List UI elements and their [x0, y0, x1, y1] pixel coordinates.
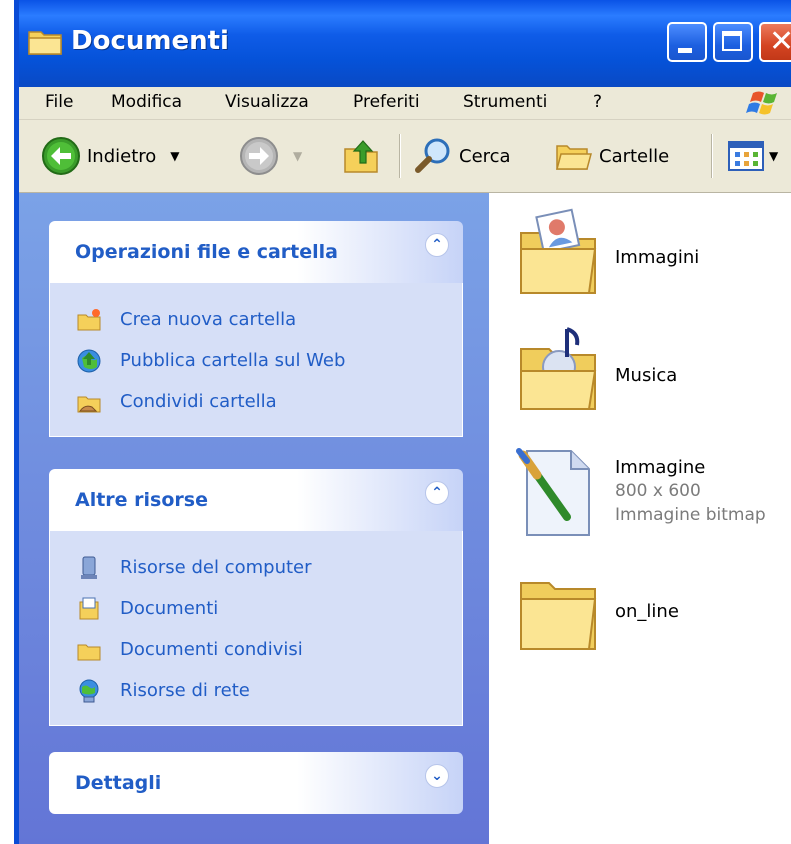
minimize-icon — [678, 48, 692, 53]
search-button[interactable]: Cerca — [413, 134, 511, 178]
task-pane: Operazioni file e cartella ⌃ Crea nuova … — [19, 193, 489, 844]
back-label: Indietro — [87, 145, 157, 167]
file-name: Musica — [615, 365, 678, 386]
new-folder-icon — [77, 308, 101, 330]
place-network[interactable]: Risorse di rete — [50, 670, 462, 711]
file-name: Immagine — [615, 457, 706, 478]
up-folder-icon — [344, 140, 378, 173]
documents-icon — [79, 597, 99, 619]
explorer-window: Documenti ✕ File Modifica Visualizza Pre… — [14, 0, 791, 844]
other-places-body: Risorse del computer Documenti Documenti… — [49, 531, 463, 726]
close-button[interactable]: ✕ — [759, 22, 791, 62]
task-label: Pubblica cartella sul Web — [120, 350, 346, 371]
file-tasks-header[interactable]: Operazioni file e cartella ⌃ — [49, 221, 463, 283]
place-label: Documenti condivisi — [120, 639, 303, 660]
dropdown-arrow-icon[interactable]: ▼ — [170, 149, 179, 163]
menu-modifica[interactable]: Modifica — [111, 89, 182, 115]
place-label: Risorse del computer — [120, 557, 312, 578]
dropdown-arrow-icon[interactable]: ▼ — [293, 149, 302, 163]
network-places-icon — [79, 679, 99, 702]
folder-icon — [28, 31, 62, 55]
place-my-computer[interactable]: Risorse del computer — [50, 547, 462, 588]
details-panel: Dettagli ⌄ — [49, 752, 463, 814]
views-grid-icon — [728, 141, 764, 171]
place-label: Risorse di rete — [120, 680, 250, 701]
expand-chevron-icon[interactable]: ⌄ — [425, 764, 449, 788]
file-name: on_line — [615, 601, 679, 622]
other-places-header[interactable]: Altre risorse ⌃ — [49, 469, 463, 531]
task-publish-web[interactable]: Pubblica cartella sul Web — [50, 340, 462, 381]
menu-bar: File Modifica Visualizza Preferiti Strum… — [19, 87, 791, 120]
publish-web-icon — [77, 349, 101, 372]
menu-strumenti[interactable]: Strumenti — [463, 89, 547, 115]
search-icon — [415, 138, 450, 173]
minimize-button[interactable] — [667, 22, 707, 62]
maximize-icon — [722, 31, 742, 51]
folders-button[interactable]: Cartelle — [553, 134, 669, 178]
place-shared-documents[interactable]: Documenti condivisi — [50, 629, 462, 670]
place-documents[interactable]: Documenti — [50, 588, 462, 629]
other-places-panel: Altre risorse ⌃ Risorse del computer Doc… — [49, 469, 463, 726]
window-title: Documenti — [71, 26, 229, 56]
toolbar-separator — [399, 134, 401, 178]
task-label: Condividi cartella — [120, 391, 277, 412]
back-arrow-icon — [42, 137, 80, 175]
collapse-chevron-icon[interactable]: ⌃ — [425, 481, 449, 505]
forward-arrow-icon — [240, 137, 278, 175]
views-button[interactable]: ▼ — [727, 134, 778, 178]
share-folder-icon — [77, 396, 101, 412]
close-icon: ✕ — [769, 24, 791, 60]
file-item-immagine[interactable]: Immagine 800 x 600 Immagine bitmap — [505, 447, 791, 547]
folders-icon — [556, 145, 592, 170]
file-item-immagini[interactable]: Immagini — [505, 207, 791, 307]
file-tasks-body: Crea nuova cartella Pubblica cartella su… — [49, 283, 463, 437]
other-places-title: Altre risorse — [75, 489, 208, 511]
place-label: Documenti — [120, 598, 219, 619]
file-tasks-title: Operazioni file e cartella — [75, 241, 338, 263]
task-share-folder[interactable]: Condividi cartella — [50, 381, 462, 422]
menu-help[interactable]: ? — [593, 89, 602, 115]
menu-file[interactable]: File — [45, 89, 73, 115]
menu-preferiti[interactable]: Preferiti — [353, 89, 420, 115]
file-dimensions: 800 x 600 — [615, 481, 701, 501]
details-header[interactable]: Dettagli ⌄ — [49, 752, 463, 814]
shared-folder-icon — [77, 644, 101, 660]
toolbar: Indietro ▼ ▼ Cerca Cartelle ▼ — [19, 120, 791, 193]
dropdown-arrow-icon[interactable]: ▼ — [769, 149, 778, 163]
folder-icon — [520, 582, 597, 650]
file-tasks-panel: Operazioni file e cartella ⌃ Crea nuova … — [49, 221, 463, 437]
file-item-musica[interactable]: Musica — [505, 323, 791, 423]
menu-visualizza[interactable]: Visualizza — [225, 89, 309, 115]
toolbar-separator — [711, 134, 713, 178]
bitmap-image-icon — [516, 448, 590, 536]
file-name: Immagini — [615, 247, 700, 268]
back-button[interactable]: Indietro ▼ — [41, 134, 180, 178]
task-new-folder[interactable]: Crea nuova cartella — [50, 299, 462, 340]
collapse-chevron-icon[interactable]: ⌃ — [425, 233, 449, 257]
pictures-folder-icon — [520, 208, 597, 294]
title-bar[interactable]: Documenti ✕ — [19, 0, 791, 87]
windows-logo-icon — [746, 91, 777, 115]
up-folder-button[interactable] — [341, 134, 383, 178]
my-computer-icon — [81, 556, 97, 579]
file-type: Immagine bitmap — [615, 505, 766, 525]
music-folder-icon — [520, 327, 597, 410]
search-label: Cerca — [459, 145, 511, 167]
file-list: Immagini Musica Immagine 800 x 600 Immag… — [489, 193, 791, 844]
details-title: Dettagli — [75, 772, 162, 794]
folders-label: Cartelle — [599, 145, 670, 167]
forward-button[interactable]: ▼ — [239, 134, 302, 178]
task-label: Crea nuova cartella — [120, 309, 297, 330]
maximize-button[interactable] — [713, 22, 753, 62]
file-item-on-line[interactable]: on_line — [505, 563, 791, 663]
